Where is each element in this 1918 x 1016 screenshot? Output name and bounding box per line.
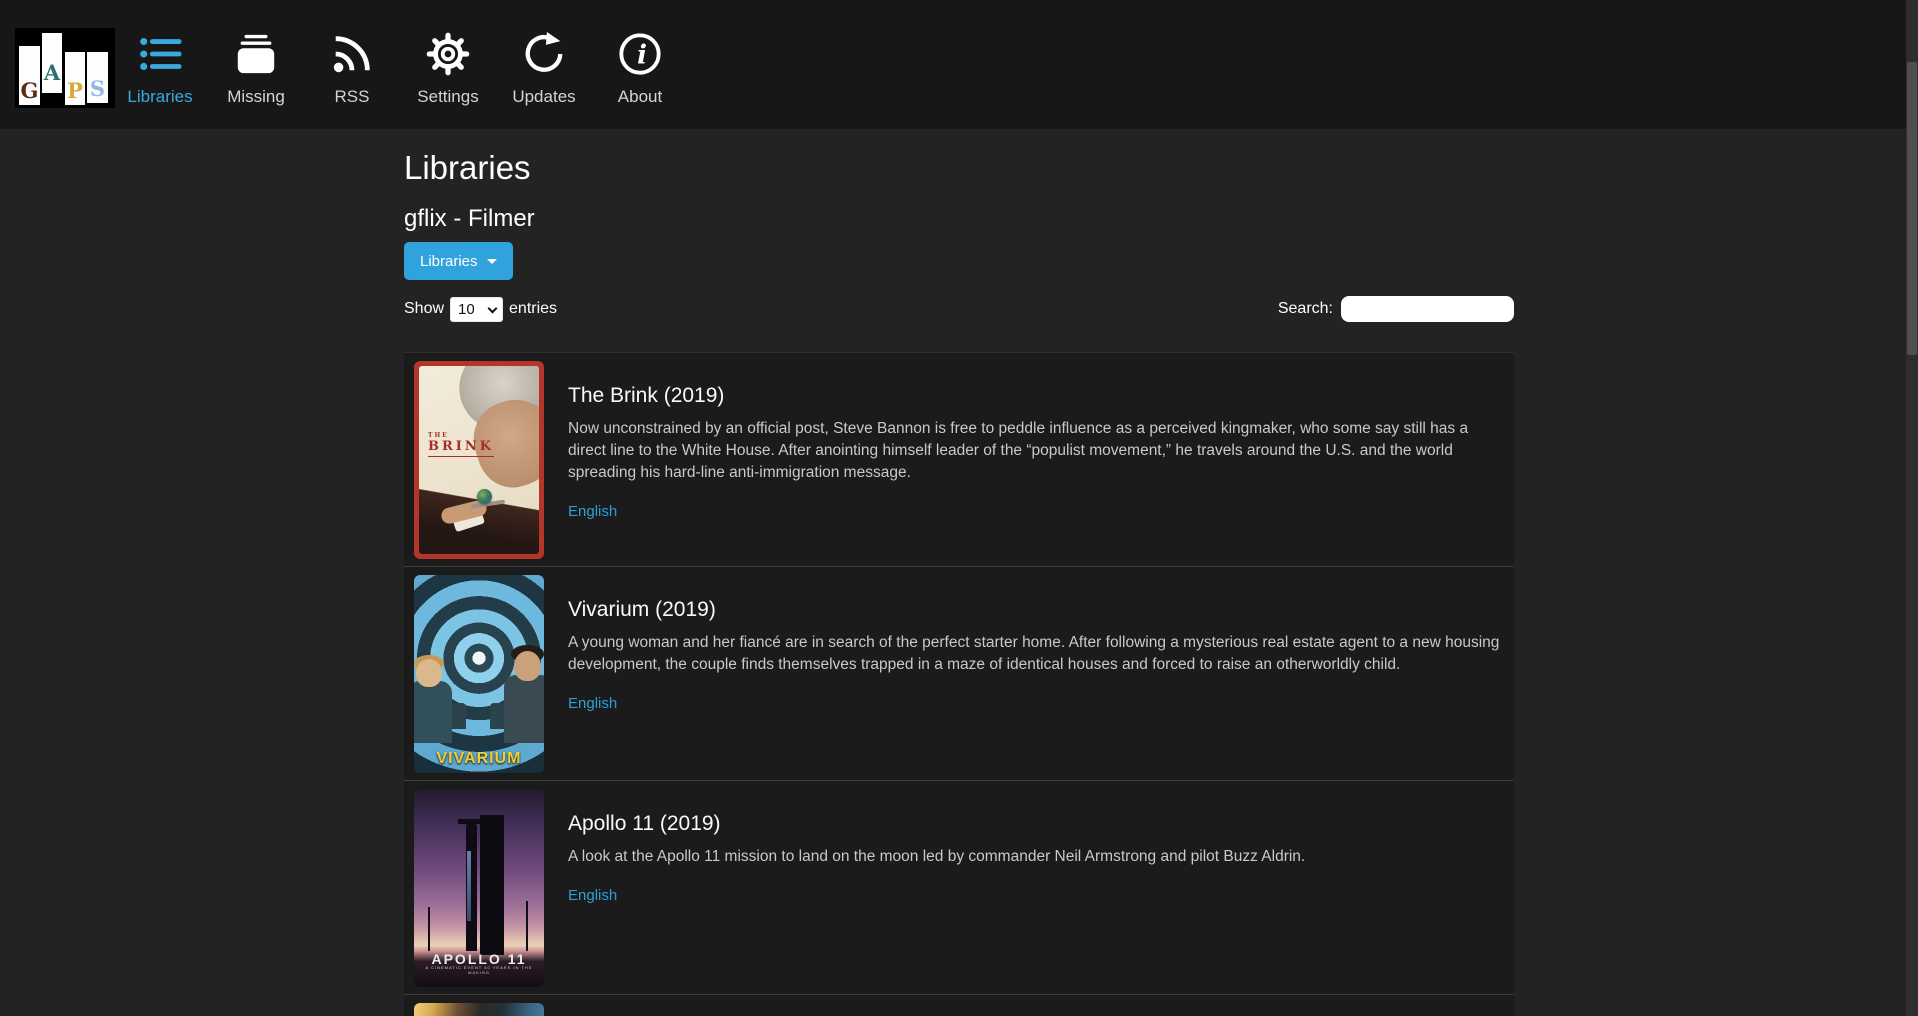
movie-row-vivarium: VIVARIUM Vivarium (2019) A young woman a… [404, 567, 1514, 781]
movie-poster-vivarium: VIVARIUM [414, 575, 544, 773]
nav-item-about[interactable]: i About [592, 0, 688, 129]
gaps-logo[interactable]: G A P S [15, 28, 115, 108]
scrollbar-thumb[interactable] [1907, 62, 1917, 355]
page-length-select-wrap: 10 [450, 297, 503, 322]
poster-art: THE BRINK [419, 366, 539, 554]
logo-bar: S [87, 52, 108, 103]
page-title: Libraries [404, 148, 1514, 188]
chevron-down-icon [487, 259, 497, 264]
nav-label-about: About [618, 87, 662, 107]
libraries-dropdown-label: Libraries [420, 253, 478, 270]
search-control: Search: [1278, 296, 1514, 322]
search-input[interactable] [1341, 296, 1514, 322]
nav-label-updates: Updates [512, 87, 575, 107]
nav-label-libraries: Libraries [127, 87, 192, 107]
poster-title-text: THE BRINK [428, 432, 494, 457]
movie-row-apollo-11: APOLLO 11 A CINEMATIC EVENT 50 YEARS IN … [404, 781, 1514, 995]
stack-icon [233, 30, 279, 78]
logo-letter-a: A [44, 44, 60, 83]
entries-label: entries [509, 300, 557, 318]
logo-letter-g: G [21, 80, 39, 105]
movie-row-partial [404, 995, 1514, 1016]
show-label: Show [404, 300, 444, 318]
logo-letter-s: S [90, 78, 105, 103]
poster-tagline-text: A CINEMATIC EVENT 50 YEARS IN THE MAKING [414, 965, 544, 975]
movie-language-link[interactable]: English [568, 503, 617, 520]
scrollbar-track[interactable] [1906, 0, 1918, 1016]
info-icon: i [617, 30, 663, 78]
page-length-control: Show 10 entries [404, 297, 557, 322]
logo-letter-p: P [67, 80, 83, 105]
movie-language-link[interactable]: English [568, 887, 617, 904]
movie-description: Now unconstrained by an official post, S… [568, 418, 1504, 484]
library-name-subtitle: gflix - Filmer [404, 204, 1514, 233]
top-nav: G A P S Libraries [0, 0, 1918, 129]
nav-item-missing[interactable]: Missing [208, 0, 304, 129]
movie-title: Vivarium (2019) [568, 595, 1504, 624]
movie-info: The Brink (2019) Now unconstrained by an… [544, 361, 1504, 559]
svg-text:i: i [637, 41, 647, 71]
movie-poster-apollo-11: APOLLO 11 A CINEMATIC EVENT 50 YEARS IN … [414, 789, 544, 987]
nav-item-rss[interactable]: RSS [304, 0, 400, 129]
movie-info: Apollo 11 (2019) A look at the Apollo 11… [544, 789, 1504, 987]
movie-info: Vivarium (2019) A young woman and her fi… [544, 575, 1504, 773]
page-length-select[interactable]: 10 [450, 297, 503, 322]
gear-icon [425, 30, 471, 78]
table-controls: Show 10 entries Search: [404, 296, 1514, 322]
movie-description: A young woman and her fiancé are in sear… [568, 632, 1504, 676]
main-content: Libraries gflix - Filmer Libraries Show … [404, 148, 1514, 1016]
libraries-dropdown-button[interactable]: Libraries [404, 242, 513, 280]
nav-label-settings: Settings [417, 87, 478, 107]
rss-icon [329, 30, 375, 78]
movie-table: THE BRINK The Brink (2019) Now unconstra… [404, 352, 1514, 1016]
nav-item-libraries[interactable]: Libraries [112, 0, 208, 129]
logo-bar: A [42, 33, 62, 93]
logo-bar: P [65, 52, 85, 105]
movie-poster-the-brink: THE BRINK [414, 361, 544, 559]
nav-label-rss: RSS [335, 87, 370, 107]
list-icon [137, 30, 183, 78]
movie-language-link[interactable]: English [568, 695, 617, 712]
movie-poster-partial [414, 1003, 544, 1016]
nav-item-settings[interactable]: Settings [400, 0, 496, 129]
movie-title: Apollo 11 (2019) [568, 809, 1504, 838]
movie-row-the-brink: THE BRINK The Brink (2019) Now unconstra… [404, 353, 1514, 567]
nav-label-missing: Missing [227, 87, 285, 107]
nav-item-updates[interactable]: Updates [496, 0, 592, 129]
movie-title: The Brink (2019) [568, 381, 1504, 410]
refresh-icon [521, 30, 567, 78]
movie-description: A look at the Apollo 11 mission to land … [568, 846, 1504, 868]
search-label: Search: [1278, 300, 1333, 318]
poster-title-text: VIVARIUM [414, 750, 544, 768]
logo-bar: G [19, 46, 40, 105]
